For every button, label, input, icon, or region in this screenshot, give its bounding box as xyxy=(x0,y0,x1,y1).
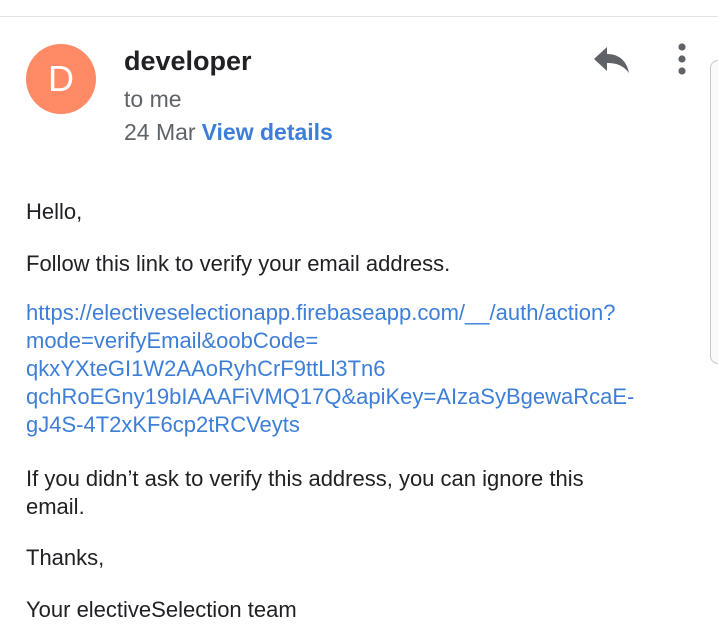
scroll-handle[interactable] xyxy=(710,60,718,364)
ignore-notice-line: email. xyxy=(26,494,85,519)
verify-link-line: https://electiveselectionapp.firebaseapp… xyxy=(26,300,616,325)
view-details-link[interactable]: View details xyxy=(202,119,333,145)
more-vert-icon[interactable] xyxy=(670,42,694,78)
recipient-label: to me xyxy=(124,86,182,112)
avatar-letter: D xyxy=(48,58,74,99)
avatar[interactable]: D xyxy=(26,44,96,114)
verify-link-line: qkxYXteGI1W2AAoRyhCrF9ttLl3Tn6 xyxy=(26,356,386,381)
instruction-text: Follow this link to verify your email ad… xyxy=(26,251,451,276)
greeting-text: Hello, xyxy=(26,199,83,224)
signature-text: Your electiveSelection team xyxy=(26,597,297,622)
top-divider xyxy=(0,16,718,17)
ignore-notice: If you didn’t ask to verify this address… xyxy=(26,465,698,521)
ignore-notice-line: If you didn’t ask to verify this address… xyxy=(26,466,584,491)
thanks-text: Thanks, xyxy=(26,545,105,570)
verify-link-line: qchRoEGny19bIAAAFiVMQ17Q&apiKey=AIzaSyBg… xyxy=(26,384,635,409)
date-row: 24 Mar View details xyxy=(124,119,333,146)
reply-icon[interactable] xyxy=(592,44,632,76)
email-date: 24 Mar xyxy=(124,119,196,145)
verify-link-line: gJ4S-4T2xKF6cp2tRCVeyts xyxy=(26,412,300,437)
verify-link[interactable]: https://electiveselectionapp.firebaseapp… xyxy=(26,299,698,439)
sender-name[interactable]: developer xyxy=(124,46,252,77)
email-view: D developer to me 24 Mar View details Hel… xyxy=(0,0,718,641)
verify-link-line: mode=verifyEmail&oobCode= xyxy=(26,328,319,353)
